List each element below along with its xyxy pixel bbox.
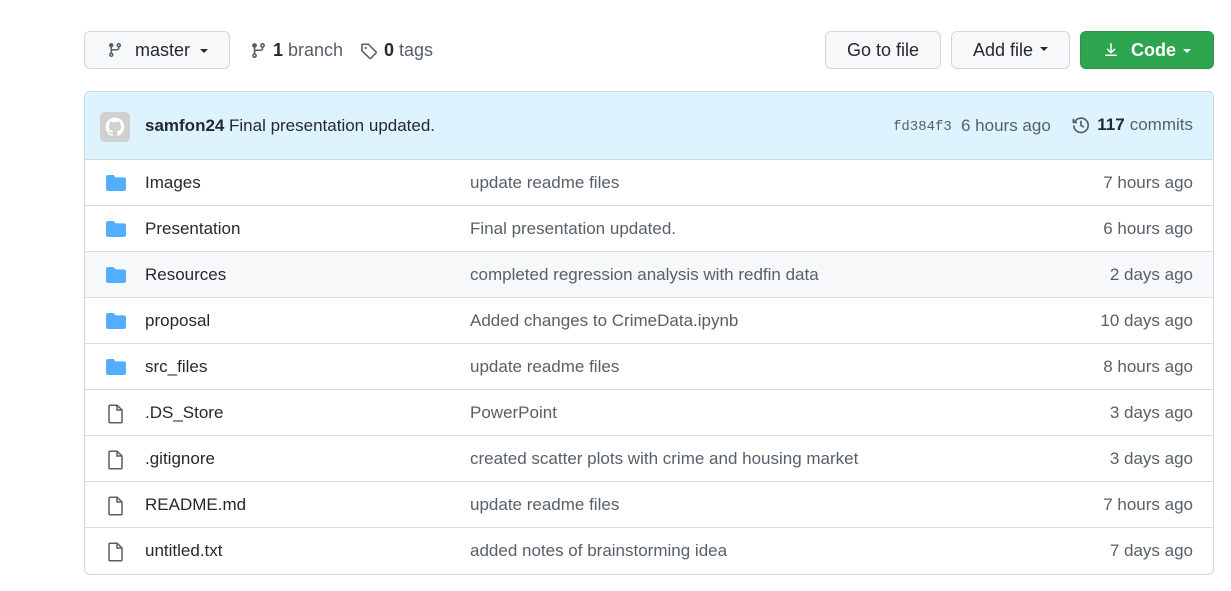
history-icon (1072, 117, 1090, 134)
commits-word: commits (1129, 115, 1193, 134)
branches-link[interactable]: 1 branch (250, 40, 343, 61)
chevron-down-icon (1183, 49, 1191, 53)
file-rows: Images update readme files 7 hours ago Pres… (85, 160, 1213, 573)
file-icon (105, 450, 127, 470)
file-name-link[interactable]: Images (145, 173, 201, 193)
file-row[interactable]: src_files update readme files 8 hours ago (85, 343, 1213, 389)
folder-icon (105, 358, 127, 376)
file-commit-message-link[interactable]: completed regression analysis with redfi… (470, 265, 819, 285)
branches-count: 1 (273, 40, 284, 60)
folder-icon (105, 266, 127, 284)
file-commit-age: 8 hours ago (1103, 357, 1193, 376)
file-commit-message-link[interactable]: Added changes to CrimeData.ipynb (470, 311, 738, 331)
add-file-label: Add file (972, 39, 1034, 60)
download-icon (1105, 43, 1117, 56)
repo-toolbar: master 1 branch 0 tags Go to file Add fi… (84, 31, 1214, 71)
branch-selector-button[interactable]: master (84, 31, 230, 69)
file-name-link[interactable]: README.md (145, 495, 246, 515)
commit-sha-link[interactable]: fd384f3 (893, 119, 952, 135)
file-commit-age: 10 days ago (1100, 311, 1193, 330)
code-label: Code (1131, 39, 1176, 60)
file-commit-age: 6 hours ago (1103, 219, 1193, 238)
file-commit-message-link[interactable]: added notes of brainstorming idea (470, 541, 727, 561)
file-commit-age: 7 hours ago (1103, 495, 1193, 514)
file-list-box: samfon24 Final presentation updated. fd3… (84, 91, 1214, 575)
file-commit-age: 3 days ago (1109, 403, 1193, 422)
file-row[interactable]: Resources completed regression analysis w… (85, 251, 1213, 297)
commit-time: 6 hours ago (961, 116, 1051, 135)
file-row[interactable]: .gitignore created scatter plots with cri… (85, 435, 1213, 481)
file-row[interactable]: .DS_Store PowerPoint 3 days ago (85, 389, 1213, 435)
github-logo-icon (100, 112, 130, 142)
file-commit-message-link[interactable]: update readme files (470, 173, 619, 193)
tags-count: 0 (384, 40, 395, 60)
branch-label: master (135, 39, 191, 60)
file-name-link[interactable]: .DS_Store (145, 403, 223, 423)
file-commit-message-link[interactable]: PowerPoint (470, 403, 557, 423)
avatar[interactable] (100, 112, 130, 142)
file-commit-message-link[interactable]: created scatter plots with crime and hou… (470, 449, 858, 469)
file-name-link[interactable]: src_files (145, 357, 207, 377)
folder-icon (105, 174, 127, 192)
chevron-down-icon (1040, 47, 1049, 51)
go-to-file-button[interactable]: Go to file (825, 31, 941, 69)
add-file-button[interactable]: Add file (951, 31, 1070, 69)
file-icon (105, 404, 127, 424)
file-name-link[interactable]: proposal (145, 311, 210, 331)
folder-icon (105, 312, 127, 330)
file-icon (105, 542, 127, 562)
file-name-link[interactable]: Presentation (145, 219, 240, 239)
file-name-link[interactable]: .gitignore (145, 449, 215, 469)
commit-author-link[interactable]: samfon24 (145, 116, 224, 136)
file-row[interactable]: README.md update readme files 7 hours ago (85, 481, 1213, 527)
file-name-link[interactable]: Resources (145, 265, 226, 285)
file-name-link[interactable]: untitled.txt (145, 541, 223, 561)
chevron-down-icon (200, 49, 209, 53)
file-commit-age: 3 days ago (1109, 449, 1193, 468)
folder-icon (105, 220, 127, 238)
file-commit-age: 7 days ago (1109, 541, 1193, 560)
file-commit-age: 2 days ago (1109, 265, 1193, 284)
file-icon (105, 496, 127, 516)
tag-icon (361, 42, 377, 59)
tags-link[interactable]: 0 tags (360, 40, 433, 61)
tags-word: tags (399, 40, 434, 60)
commit-message-link[interactable]: Final presentation updated. (229, 116, 435, 136)
commits-count: 117 (1097, 115, 1125, 134)
branches-word: branch (288, 40, 344, 60)
branch-icon (252, 43, 265, 58)
latest-commit-bar: samfon24 Final presentation updated. fd3… (85, 92, 1213, 160)
file-commit-message-link[interactable]: update readme files (470, 495, 619, 515)
file-commit-message-link[interactable]: update readme files (470, 357, 619, 377)
file-row[interactable]: proposal Added changes to CrimeData.ipynb… (85, 297, 1213, 343)
file-row[interactable]: Presentation Final presentation updated. 6… (85, 205, 1213, 251)
file-row[interactable]: untitled.txt added notes of brainstorming… (85, 527, 1213, 573)
file-commit-message-link[interactable]: Final presentation updated. (470, 219, 676, 239)
code-button[interactable]: Code (1080, 31, 1214, 69)
commits-history-link[interactable]: 117 commits (1071, 115, 1193, 135)
branch-icon (108, 43, 121, 58)
file-commit-age: 7 hours ago (1103, 173, 1193, 192)
file-row[interactable]: Images update readme files 7 hours ago (85, 160, 1213, 205)
